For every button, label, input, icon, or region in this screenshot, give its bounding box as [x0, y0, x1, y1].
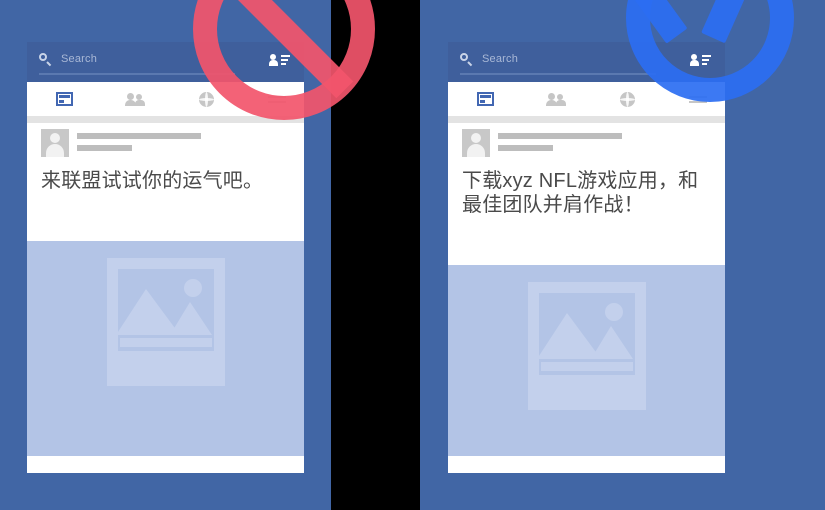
author-name-placeholder [77, 133, 201, 139]
app-topbar-left: Search [27, 42, 304, 82]
nav-tabs-right [448, 82, 725, 116]
globe-icon [198, 91, 214, 107]
post-media-right [448, 265, 725, 456]
avatar [41, 129, 69, 157]
post-text-right: 下载xyz NFL游戏应用，和最佳团队并肩作战！ [448, 163, 725, 265]
nav-tabs-left [27, 82, 304, 116]
sidebar-item-news-feed[interactable] [41, 82, 87, 116]
search-bar-right[interactable]: Search [460, 53, 713, 67]
search-underline-left [39, 73, 235, 75]
sidebar-item-news-feed[interactable] [462, 82, 508, 116]
sidebar-item-menu[interactable] [675, 82, 721, 116]
sidebar-item-globe[interactable] [604, 82, 650, 116]
search-icon [460, 53, 473, 67]
search-bar-left[interactable]: Search [39, 53, 292, 67]
app-topbar-right: Search [448, 42, 725, 82]
panel-good-example: Search 下载xyz NFL游戏应用，和最佳团队并肩作战！ [420, 0, 825, 510]
contacts-icon[interactable] [690, 53, 711, 67]
post-header-right [448, 123, 725, 163]
nav-divider-left [27, 116, 304, 123]
contacts-icon[interactable] [269, 53, 290, 67]
image-placeholder-icon [527, 282, 646, 410]
hamburger-menu-icon [689, 95, 707, 104]
avatar [462, 129, 490, 157]
friends-icon [546, 92, 566, 106]
author-name-placeholder [498, 133, 622, 139]
phone-mockup-right: Search 下载xyz NFL游戏应用，和最佳团队并肩作战！ [448, 42, 725, 473]
sidebar-item-globe[interactable] [183, 82, 229, 116]
nav-divider-right [448, 116, 725, 123]
hamburger-menu-icon [268, 95, 286, 104]
phone-mockup-left: Search 来联盟试试你的运气吧。 [27, 42, 304, 473]
news-feed-icon [476, 92, 494, 106]
image-placeholder-icon [106, 258, 225, 386]
post-text-left: 来联盟试试你的运气吧。 [27, 163, 304, 241]
sidebar-item-friends[interactable] [112, 82, 158, 116]
sidebar-item-friends[interactable] [533, 82, 579, 116]
globe-icon [619, 91, 635, 107]
post-meta-placeholder [77, 145, 132, 151]
post-header-left [27, 123, 304, 163]
post-media-left [27, 241, 304, 456]
post-meta-placeholder [498, 145, 553, 151]
friends-icon [125, 92, 145, 106]
search-input-left[interactable]: Search [61, 53, 97, 65]
panel-bad-example: Search 来联盟试试你的运气吧。 [0, 0, 331, 510]
sidebar-item-menu[interactable] [254, 82, 300, 116]
search-underline-right [460, 73, 656, 75]
search-icon [39, 53, 52, 67]
comparison-canvas: Search 来联盟试试你的运气吧。 Search 下载xyz NFL游戏应用，… [0, 0, 825, 510]
search-input-right[interactable]: Search [482, 53, 518, 65]
news-feed-icon [55, 92, 73, 106]
